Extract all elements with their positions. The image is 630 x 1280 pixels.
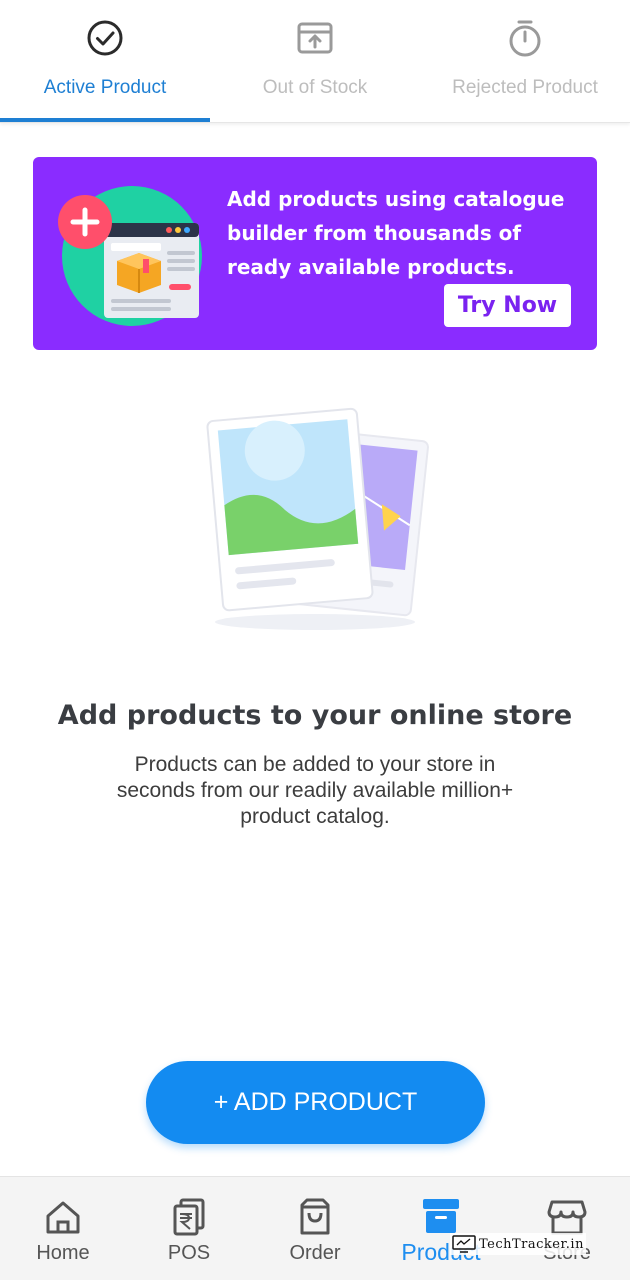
- watermark-text: TechTracker.in: [479, 1236, 584, 1252]
- add-product-button[interactable]: + ADD PRODUCT: [146, 1061, 485, 1144]
- empty-state-description: Products can be added to your store in s…: [116, 753, 514, 828]
- empty-products-illustration: [206, 407, 429, 630]
- home-icon: [46, 1201, 80, 1234]
- nav-order[interactable]: Order: [252, 1177, 378, 1280]
- catalogue-builder-banner[interactable]: Add products using catalogue builder fro…: [33, 157, 597, 350]
- pos-rupee-icon: [173, 1198, 205, 1236]
- store-icon: [547, 1200, 587, 1235]
- banner-text: Add products using catalogue builder fro…: [227, 187, 565, 279]
- nav-home[interactable]: Home: [0, 1177, 126, 1280]
- tab-label: Active Product: [43, 77, 167, 98]
- try-now-button[interactable]: Try Now: [444, 284, 571, 327]
- tab-label: Out of Stock: [262, 77, 368, 98]
- watermark: TechTracker.in: [450, 1233, 586, 1255]
- nav-label: POS: [167, 1242, 211, 1264]
- order-bag-icon: [300, 1198, 330, 1235]
- catalogue-illustration: [58, 186, 202, 326]
- stopwatch-icon: [509, 20, 541, 57]
- product-status-tabs: Active Product Out of Stock Rejected Pro…: [0, 0, 630, 123]
- box-upload-icon: [297, 22, 333, 54]
- nav-label: Home: [36, 1242, 90, 1264]
- check-circle-icon: [87, 20, 123, 56]
- tab-active-product[interactable]: Active Product: [0, 0, 210, 123]
- nav-pos[interactable]: POS: [126, 1177, 252, 1280]
- nav-label: Order: [289, 1242, 341, 1264]
- monitor-logo-icon: [452, 1235, 476, 1253]
- tab-label: Rejected Product: [452, 77, 598, 98]
- product-box-icon: [423, 1199, 459, 1233]
- empty-state-title: Add products to your online store: [57, 700, 573, 731]
- nav-product[interactable]: Product: [378, 1177, 504, 1280]
- active-tab-indicator: [0, 118, 210, 122]
- tab-out-of-stock[interactable]: Out of Stock: [210, 0, 420, 123]
- bottom-navigation: Home POS Order Product Store: [0, 1176, 630, 1280]
- tab-rejected-product[interactable]: Rejected Product: [420, 0, 630, 123]
- nav-store[interactable]: Store: [504, 1177, 630, 1280]
